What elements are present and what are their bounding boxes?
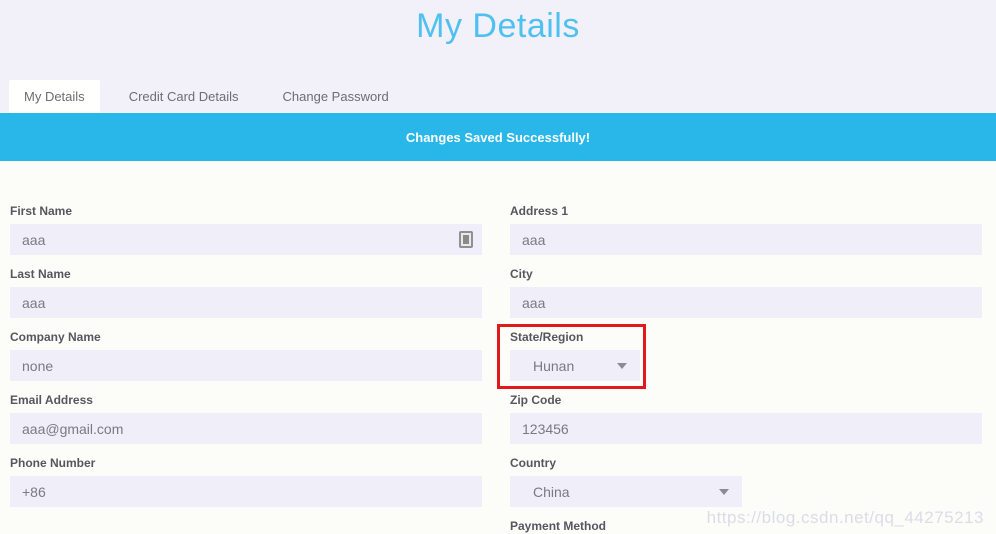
tab-change-password-label: Change Password: [282, 89, 389, 104]
phone-number-input[interactable]: [10, 476, 482, 507]
autofill-extension-icon[interactable]: [459, 231, 473, 248]
zip-code-label: Zip Code: [510, 393, 562, 407]
state-region-select[interactable]: Hunan: [510, 350, 640, 381]
form-left-column: First Name Last Name Company Name Email …: [10, 205, 482, 534]
zip-code-input[interactable]: [510, 413, 982, 444]
city-input[interactable]: [510, 287, 982, 318]
field-payment-method: Payment Method: [510, 520, 982, 533]
field-address-1: Address 1: [510, 205, 982, 255]
success-banner-text: Changes Saved Successfully!: [405, 129, 591, 145]
state-region-value: Hunan: [533, 357, 575, 374]
field-first-name: First Name: [10, 205, 482, 255]
tab-credit-card-details-label: Credit Card Details: [128, 89, 239, 104]
company-name-input[interactable]: [10, 350, 482, 381]
state-region-label: State/Region: [510, 330, 584, 344]
field-country: Country China: [510, 457, 982, 507]
field-company-name: Company Name: [10, 331, 482, 381]
country-select[interactable]: China: [510, 476, 742, 507]
tab-my-details[interactable]: My Details: [9, 80, 100, 113]
last-name-label: Last Name: [10, 267, 71, 281]
chevron-down-icon: [719, 488, 729, 495]
tab-change-password[interactable]: Change Password: [268, 80, 404, 113]
field-last-name: Last Name: [10, 268, 482, 318]
field-phone-number: Phone Number: [10, 457, 482, 507]
email-address-label: Email Address: [10, 393, 93, 407]
success-banner: Changes Saved Successfully!: [0, 113, 996, 161]
last-name-input[interactable]: [10, 287, 482, 318]
country-value: China: [533, 483, 570, 500]
phone-number-label: Phone Number: [10, 456, 96, 470]
city-label: City: [510, 267, 533, 281]
tab-my-details-label: My Details: [24, 89, 85, 104]
payment-method-label: Payment Method: [510, 519, 607, 533]
form-right-column: Address 1 City State/Region Hunan Zip Co…: [497, 205, 982, 534]
tab-credit-card-details[interactable]: Credit Card Details: [114, 80, 254, 113]
address-1-label: Address 1: [510, 204, 569, 218]
first-name-input[interactable]: [10, 224, 482, 255]
email-address-input[interactable]: [10, 413, 482, 444]
field-state-region: State/Region Hunan: [497, 324, 982, 389]
address-1-input[interactable]: [510, 224, 982, 255]
chevron-down-icon: [617, 362, 627, 369]
field-city: City: [510, 268, 982, 318]
page-header: My Details My Details Credit Card Detail…: [0, 0, 996, 113]
page-title: My Details: [416, 7, 580, 45]
company-name-label: Company Name: [10, 330, 101, 344]
first-name-label: First Name: [10, 204, 73, 218]
field-zip-code: Zip Code: [510, 394, 982, 444]
country-label: Country: [510, 456, 556, 470]
tab-bar: My Details Credit Card Details Change Pa…: [0, 80, 996, 113]
details-form: First Name Last Name Company Name Email …: [0, 161, 996, 534]
field-email-address: Email Address: [10, 394, 482, 444]
